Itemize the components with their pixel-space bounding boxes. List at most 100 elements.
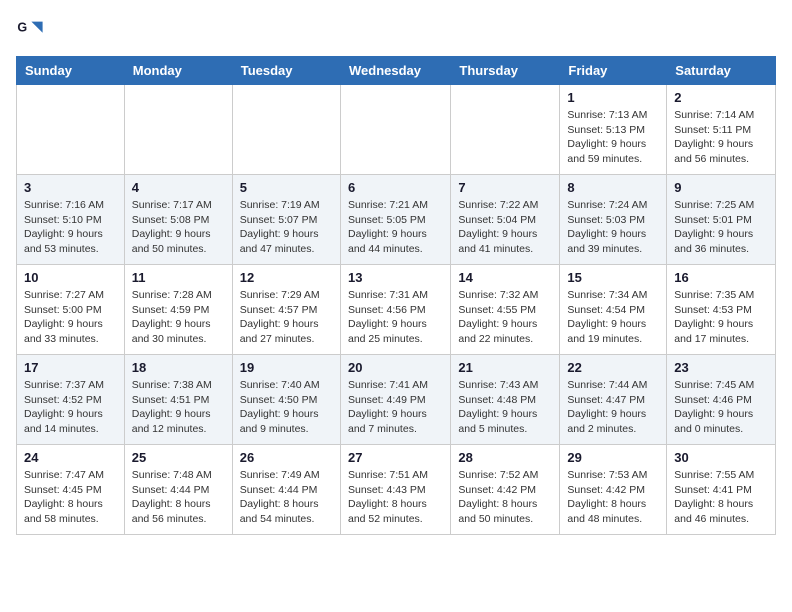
day-cell: 4 Sunrise: 7:17 AM Sunset: 5:08 PM Daylig… [124,175,232,265]
day-cell: 29 Sunrise: 7:53 AM Sunset: 4:42 PM Dayli… [560,445,667,535]
day-info: Sunrise: 7:37 AM Sunset: 4:52 PM Dayligh… [24,378,117,437]
day-number: 2 [674,90,768,105]
day-cell: 7Sunrise: 7:22 AM Sunset: 5:04 PM Daylig… [451,175,560,265]
week-row-1: 1 Sunrise: 7:13 AM Sunset: 5:13 PM Daylig… [17,85,776,175]
calendar-header: SundayMondayTuesdayWednesdayThursdayFrid… [17,57,776,85]
day-cell: 11 Sunrise: 7:28 AM Sunset: 4:59 PM Dayli… [124,265,232,355]
day-cell: 26Sunrise: 7:49 AM Sunset: 4:44 PM Dayli… [232,445,340,535]
week-row-3: 10Sunrise: 7:27 AM Sunset: 5:00 PM Dayli… [17,265,776,355]
day-number: 6 [348,180,443,195]
day-number: 5 [240,180,333,195]
day-number: 13 [348,270,443,285]
day-number: 7 [458,180,552,195]
day-number: 15 [567,270,659,285]
week-row-4: 17 Sunrise: 7:37 AM Sunset: 4:52 PM Dayli… [17,355,776,445]
day-cell [232,85,340,175]
day-info: Sunrise: 7:17 AM Sunset: 5:08 PM Dayligh… [132,198,225,257]
day-number: 23 [674,360,768,375]
page-header: G [16,16,776,44]
day-info: Sunrise: 7:53 AM Sunset: 4:42 PM Dayligh… [567,468,659,527]
weekday-header-friday: Friday [560,57,667,85]
day-info: Sunrise: 7:35 AM Sunset: 4:53 PM Dayligh… [674,288,768,347]
day-cell: 21 Sunrise: 7:43 AM Sunset: 4:48 PM Dayli… [451,355,560,445]
day-cell: 25 Sunrise: 7:48 AM Sunset: 4:44 PM Dayli… [124,445,232,535]
day-info: Sunrise: 7:29 AM Sunset: 4:57 PM Dayligh… [240,288,333,347]
day-info: Sunrise: 7:27 AM Sunset: 5:00 PM Dayligh… [24,288,117,347]
weekday-header-saturday: Saturday [667,57,776,85]
day-number: 11 [132,270,225,285]
day-number: 16 [674,270,768,285]
day-info: Sunrise: 7:34 AM Sunset: 4:54 PM Dayligh… [567,288,659,347]
day-number: 29 [567,450,659,465]
day-cell [340,85,450,175]
day-number: 1 [567,90,659,105]
day-info: Sunrise: 7:31 AM Sunset: 4:56 PM Dayligh… [348,288,443,347]
day-info: Sunrise: 7:52 AM Sunset: 4:42 PM Dayligh… [458,468,552,527]
day-cell: 15 Sunrise: 7:34 AM Sunset: 4:54 PM Dayli… [560,265,667,355]
day-cell [17,85,125,175]
day-number: 9 [674,180,768,195]
calendar-table: SundayMondayTuesdayWednesdayThursdayFrid… [16,56,776,535]
day-number: 8 [567,180,659,195]
day-number: 17 [24,360,117,375]
day-info: Sunrise: 7:48 AM Sunset: 4:44 PM Dayligh… [132,468,225,527]
day-cell: 2Sunrise: 7:14 AM Sunset: 5:11 PM Daylig… [667,85,776,175]
day-info: Sunrise: 7:49 AM Sunset: 4:44 PM Dayligh… [240,468,333,527]
day-info: Sunrise: 7:13 AM Sunset: 5:13 PM Dayligh… [567,108,659,167]
day-number: 3 [24,180,117,195]
day-number: 25 [132,450,225,465]
day-cell [124,85,232,175]
day-info: Sunrise: 7:32 AM Sunset: 4:55 PM Dayligh… [458,288,552,347]
day-cell: 8Sunrise: 7:24 AM Sunset: 5:03 PM Daylig… [560,175,667,265]
day-number: 18 [132,360,225,375]
svg-text:G: G [17,20,27,34]
day-cell: 22Sunrise: 7:44 AM Sunset: 4:47 PM Dayli… [560,355,667,445]
day-cell: 28 Sunrise: 7:52 AM Sunset: 4:42 PM Dayli… [451,445,560,535]
day-info: Sunrise: 7:28 AM Sunset: 4:59 PM Dayligh… [132,288,225,347]
day-info: Sunrise: 7:38 AM Sunset: 4:51 PM Dayligh… [132,378,225,437]
day-cell: 27 Sunrise: 7:51 AM Sunset: 4:43 PM Dayli… [340,445,450,535]
day-number: 30 [674,450,768,465]
day-cell: 23 Sunrise: 7:45 AM Sunset: 4:46 PM Dayli… [667,355,776,445]
day-info: Sunrise: 7:43 AM Sunset: 4:48 PM Dayligh… [458,378,552,437]
logo-icon: G [16,16,44,44]
day-cell: 24 Sunrise: 7:47 AM Sunset: 4:45 PM Dayli… [17,445,125,535]
day-cell: 30Sunrise: 7:55 AM Sunset: 4:41 PM Dayli… [667,445,776,535]
weekday-header-row: SundayMondayTuesdayWednesdayThursdayFrid… [17,57,776,85]
day-info: Sunrise: 7:44 AM Sunset: 4:47 PM Dayligh… [567,378,659,437]
day-cell [451,85,560,175]
day-cell: 9Sunrise: 7:25 AM Sunset: 5:01 PM Daylig… [667,175,776,265]
day-cell: 1 Sunrise: 7:13 AM Sunset: 5:13 PM Daylig… [560,85,667,175]
day-number: 4 [132,180,225,195]
weekday-header-monday: Monday [124,57,232,85]
day-info: Sunrise: 7:40 AM Sunset: 4:50 PM Dayligh… [240,378,333,437]
day-number: 21 [458,360,552,375]
week-row-2: 3 Sunrise: 7:16 AM Sunset: 5:10 PM Daylig… [17,175,776,265]
day-info: Sunrise: 7:21 AM Sunset: 5:05 PM Dayligh… [348,198,443,257]
day-number: 27 [348,450,443,465]
day-cell: 19 Sunrise: 7:40 AM Sunset: 4:50 PM Dayli… [232,355,340,445]
day-number: 24 [24,450,117,465]
day-info: Sunrise: 7:47 AM Sunset: 4:45 PM Dayligh… [24,468,117,527]
day-cell: 17 Sunrise: 7:37 AM Sunset: 4:52 PM Dayli… [17,355,125,445]
day-number: 12 [240,270,333,285]
day-cell: 14Sunrise: 7:32 AM Sunset: 4:55 PM Dayli… [451,265,560,355]
weekday-header-wednesday: Wednesday [340,57,450,85]
week-row-5: 24 Sunrise: 7:47 AM Sunset: 4:45 PM Dayli… [17,445,776,535]
day-number: 19 [240,360,333,375]
day-number: 28 [458,450,552,465]
day-cell: 6 Sunrise: 7:21 AM Sunset: 5:05 PM Daylig… [340,175,450,265]
day-info: Sunrise: 7:16 AM Sunset: 5:10 PM Dayligh… [24,198,117,257]
day-info: Sunrise: 7:19 AM Sunset: 5:07 PM Dayligh… [240,198,333,257]
day-info: Sunrise: 7:51 AM Sunset: 4:43 PM Dayligh… [348,468,443,527]
day-cell: 3 Sunrise: 7:16 AM Sunset: 5:10 PM Daylig… [17,175,125,265]
weekday-header-tuesday: Tuesday [232,57,340,85]
day-number: 20 [348,360,443,375]
weekday-header-sunday: Sunday [17,57,125,85]
day-cell: 20Sunrise: 7:41 AM Sunset: 4:49 PM Dayli… [340,355,450,445]
day-info: Sunrise: 7:45 AM Sunset: 4:46 PM Dayligh… [674,378,768,437]
day-cell: 16 Sunrise: 7:35 AM Sunset: 4:53 PM Dayli… [667,265,776,355]
day-cell: 10Sunrise: 7:27 AM Sunset: 5:00 PM Dayli… [17,265,125,355]
day-cell: 5 Sunrise: 7:19 AM Sunset: 5:07 PM Daylig… [232,175,340,265]
logo: G [16,16,48,44]
